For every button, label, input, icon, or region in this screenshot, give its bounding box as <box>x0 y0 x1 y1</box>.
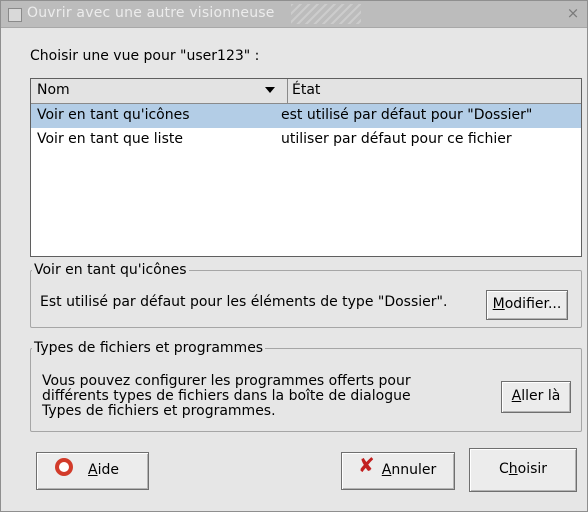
view-list[interactable]: Nom État Voir en tant qu'icônes est util… <box>30 78 582 257</box>
lifebuoy-icon <box>55 458 73 476</box>
choose-mnemonic: h <box>508 461 518 477</box>
sort-down-icon <box>265 87 275 93</box>
go-there-button[interactable]: Aller là <box>501 381 571 413</box>
list-row-icons[interactable]: Voir en tant qu'icônes est utilisé par d… <box>31 104 581 128</box>
cancel-label: nnuler <box>391 462 437 478</box>
view-info-text: Est utilisé par défaut pour les éléments… <box>40 294 448 310</box>
window-title: Ouvrir avec une autre visionneuse <box>27 5 275 21</box>
cancel-x-icon: ✘ <box>358 453 375 477</box>
view-info-legend: Voir en tant qu'icônes <box>32 262 189 278</box>
file-types-legend: Types de fichiers et programmes <box>32 340 266 356</box>
go-there-mnemonic: A <box>511 388 522 404</box>
file-types-line: différents types de fichiers dans la boî… <box>42 388 411 404</box>
column-state-label: État <box>292 82 321 98</box>
go-there-label: ller là <box>521 388 561 404</box>
row-state: est utilisé par défaut pour "Dossier" <box>281 107 533 123</box>
row-name: Voir en tant qu'icônes <box>37 107 190 123</box>
choose-label: oisir <box>517 461 548 477</box>
modify-mnemonic: M <box>492 296 505 312</box>
list-row-list[interactable]: Voir en tant que liste utiliser par défa… <box>31 128 581 152</box>
choose-button[interactable]: Choisir <box>469 448 577 492</box>
choose-prefix: C <box>498 461 509 477</box>
row-state: utiliser par défaut pour ce fichier <box>281 131 512 147</box>
list-header: Nom État <box>31 79 581 104</box>
file-types-line: Vous pouvez configurer les programmes of… <box>42 373 411 389</box>
column-name-label: Nom <box>37 82 70 98</box>
title-decoration <box>291 4 361 24</box>
column-header-name[interactable]: Nom <box>31 79 288 103</box>
help-label: ide <box>97 462 119 478</box>
window-menu-icon[interactable] <box>8 8 22 22</box>
help-button[interactable]: Aide <box>36 452 149 490</box>
row-name: Voir en tant que liste <box>37 131 183 147</box>
modify-label: odifier... <box>504 296 562 312</box>
cancel-button[interactable]: ✘ Annuler <box>341 452 455 490</box>
view-prompt-label: Choisir une vue pour "user123" : <box>30 48 260 64</box>
help-mnemonic: A <box>88 462 98 478</box>
close-icon[interactable]: × <box>566 6 580 21</box>
dialog-window: Ouvrir avec une autre visionneuse × Choi… <box>0 0 588 512</box>
modify-button[interactable]: Modifier... <box>486 290 568 320</box>
title-bar[interactable]: Ouvrir avec une autre visionneuse × <box>1 1 587 28</box>
file-types-text: Vous pouvez configurer les programmes of… <box>42 374 412 419</box>
cancel-mnemonic: A <box>381 462 392 478</box>
file-types-line: Types de fichiers et programmes. <box>42 403 276 419</box>
